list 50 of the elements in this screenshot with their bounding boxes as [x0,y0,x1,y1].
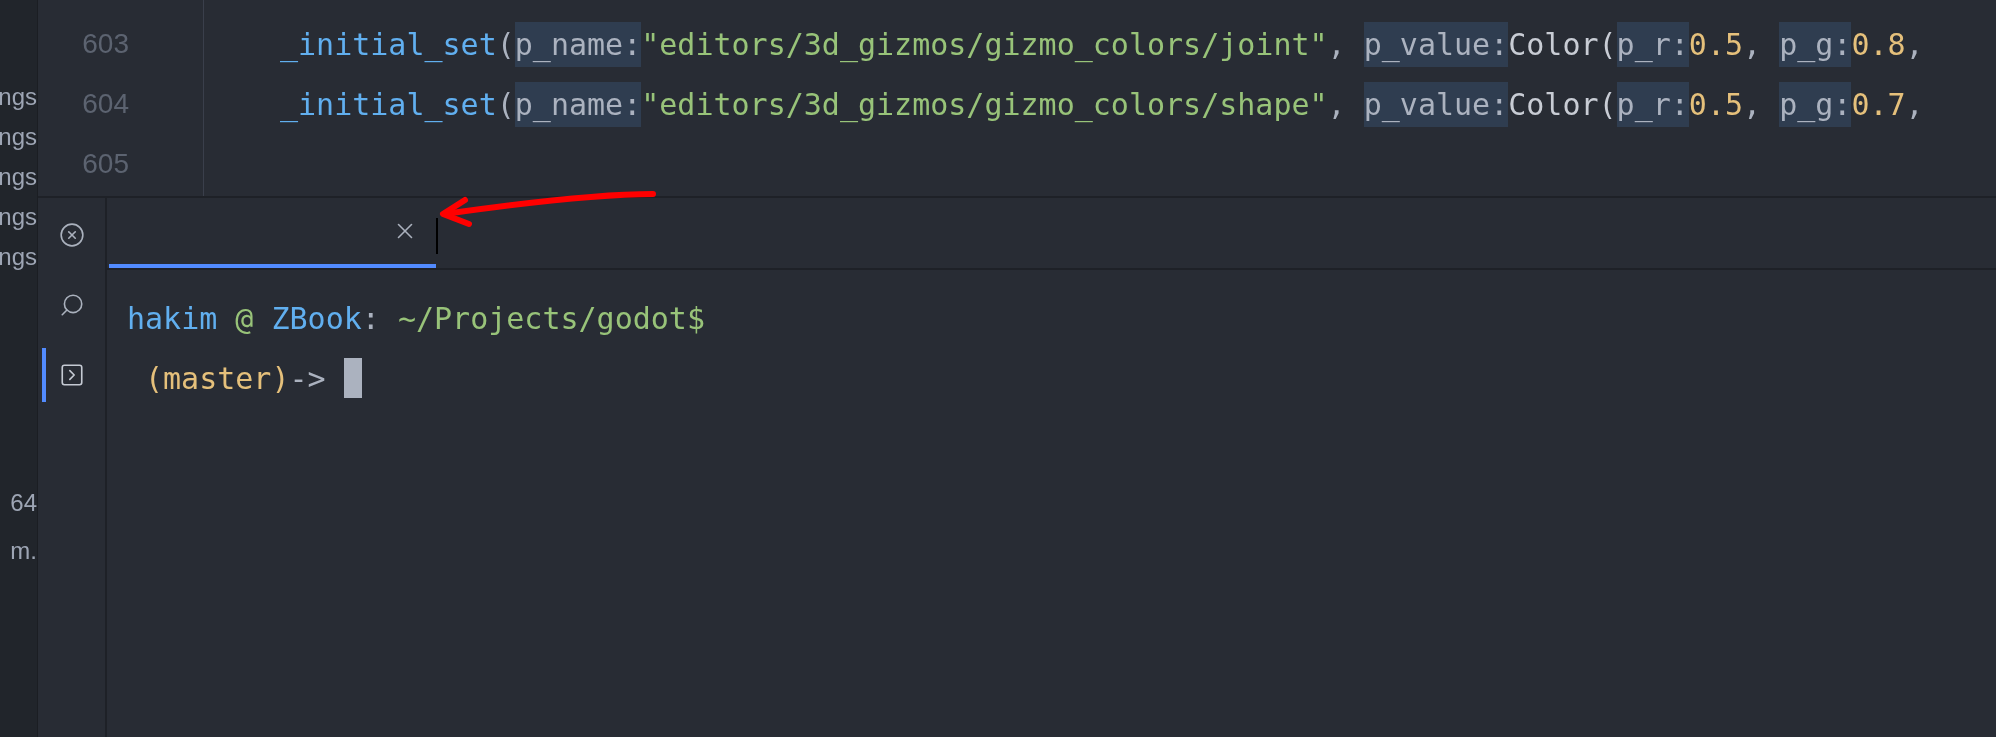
string-literal: "editors/3d_gizmos/gizmo_colors/joint" [641,25,1328,65]
punctuation: ( [496,25,515,64]
sidebar-item[interactable]: ngs [0,82,37,112]
punctuation: , [1743,85,1763,124]
prompt-user: hakim [127,299,218,338]
punctuation: , [1743,25,1763,64]
parameter-label: p_value: [1363,21,1509,67]
number-literal: 0.5 [1688,85,1744,124]
punctuation: -> [289,359,327,398]
search-button[interactable] [58,292,85,318]
close-icon [58,222,85,248]
parameter-label: p_g: [1779,81,1852,127]
line-number: 605 [82,147,129,181]
terminal-button[interactable] [58,362,85,388]
text-cursor [436,218,438,254]
type-name: Color( [1508,25,1617,64]
prompt-user: ZBook [271,299,362,338]
number-literal: 0.7 [1851,85,1906,124]
parameter-label: p_name: [514,81,642,127]
close-button[interactable] [58,222,85,248]
punctuation: ( [496,85,515,124]
parameter-label: p_r: [1616,21,1689,67]
punctuation: , [1327,85,1347,124]
terminal-icon [58,362,85,388]
line-number: 604 [82,87,129,121]
sidebar-item[interactable]: ngs [0,242,37,272]
parameter-label: p_r: [1616,81,1689,127]
parameter-label: p_g: [1779,21,1852,67]
sidebar-item[interactable]: ngs [0,122,37,152]
sidebar-item[interactable]: 64 [10,488,37,518]
punctuation: , [1905,25,1924,64]
number-literal: 0.8 [1851,25,1906,64]
prompt-path: @ [234,299,255,338]
number-literal: 0.5 [1688,25,1744,64]
git-branch: (master) [145,359,290,398]
punctuation: , [1905,85,1924,124]
search-icon [58,292,85,318]
function-name: _initial_set [280,85,497,125]
sidebar-item[interactable]: ngs [0,202,37,232]
string-literal: "editors/3d_gizmos/gizmo_colors/shape" [641,85,1328,125]
function-name: _initial_set [280,25,497,65]
sidebar-item[interactable]: m. [10,536,37,566]
punctuation: : [361,299,381,338]
sidebar-item[interactable]: ngs [0,162,37,192]
parameter-label: p_name: [514,21,642,67]
punctuation: , [1327,25,1347,64]
type-name: Color( [1508,85,1617,124]
parameter-label: p_value: [1363,81,1509,127]
prompt-path: ~/Projects/godot$ [397,299,705,338]
line-number: 603 [82,27,129,61]
